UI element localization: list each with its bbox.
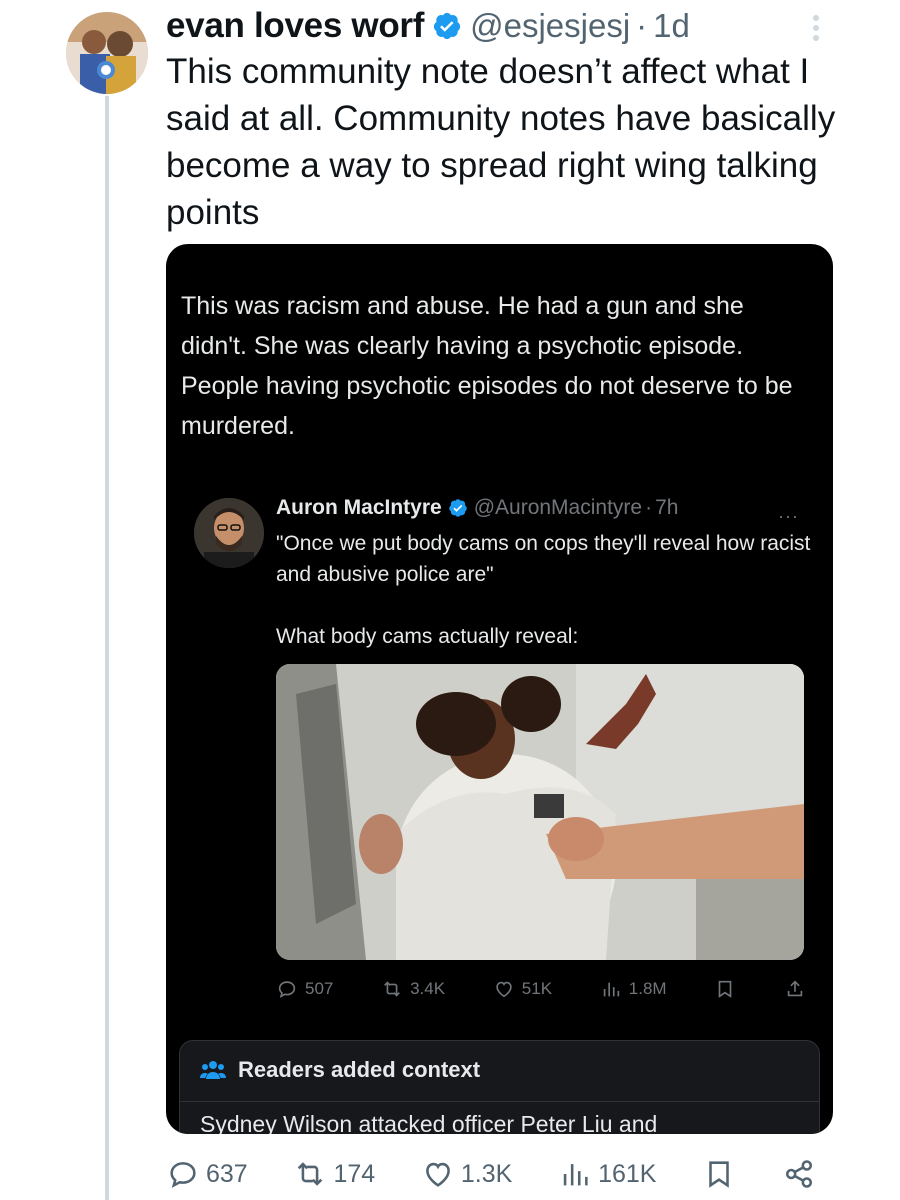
quoted-reply-count-label: 507 [305,979,334,998]
like-button[interactable]: 1.3K [421,1157,512,1191]
avatar[interactable] [66,12,148,94]
bookmark-icon [709,1161,729,1188]
tweet-actions-bar: 637 174 1.3K 161K [166,1152,816,1196]
retweet-count: 174 [333,1159,376,1188]
share-icon [785,1160,812,1188]
quoted-handle: @AuronMacintyre [473,496,643,519]
tweet-header: evan loves worf @esjesjesj · 1d [166,4,690,48]
retweet-icon [384,981,401,997]
quoted-header: Auron MacIntyre @AuronMacintyre · 7h [276,496,678,520]
quoted-share [784,978,806,1000]
separator-dot: · [636,7,648,44]
views-icon [563,1164,588,1186]
quoted-retweet-count: 3.4K [381,978,445,1000]
views-button[interactable]: 161K [558,1157,656,1191]
quoted-view-count-label: 1.8M [628,979,667,998]
thread-line [105,96,109,1200]
like-icon [496,981,512,998]
quoted-avatar [194,498,264,568]
community-note-header: Readers added context [200,1057,480,1083]
embed-text: This was racism and abuse. He had a gun … [181,292,793,440]
timestamp[interactable]: 1d [653,7,690,45]
quoted-verified-badge-icon [448,499,467,517]
quoted-reply-count: 507 [276,978,333,1000]
share-button[interactable] [782,1157,816,1191]
quoted-bookmark [714,978,736,1000]
share-icon [787,980,803,997]
quoted-text: "Once we put body cams on cops they'll r… [276,532,811,648]
quoted-separator-dot: · [645,496,653,519]
handle[interactable]: @esjesjesj [470,7,630,45]
reply-button[interactable]: 637 [166,1157,248,1191]
quoted-retweet-count-label: 3.4K [410,979,446,998]
verified-badge-icon [433,12,461,40]
display-name[interactable]: evan loves worf [166,6,424,46]
view-count: 161K [598,1159,657,1188]
views-icon [603,982,619,997]
reply-count: 637 [206,1159,248,1188]
community-note-text: Sydney Wilson attacked officer Peter Liu… [200,1111,658,1134]
avatar-image [66,12,148,94]
more-options-icon[interactable] [804,10,828,46]
bookmark-button[interactable] [702,1157,736,1191]
quoted-more-icon: ··· [778,506,799,526]
embedded-screenshot[interactable]: This was racism and abuse. He had a gun … [166,244,833,1134]
quoted-actions-bar: 507 3.4K 51K 1.8M [276,974,806,1004]
quoted-view-count: 1.8M [600,978,667,1000]
community-note-title: Readers added context [238,1057,481,1082]
retweet-button[interactable]: 174 [293,1157,375,1191]
reply-icon [278,981,296,998]
quoted-display-name: Auron MacIntyre [276,496,442,519]
quoted-timestamp: 7h [655,496,679,519]
retweet-icon [298,1162,323,1186]
community-note: Readers added context Sydney Wilson atta… [179,1040,820,1134]
like-count: 1.3K [460,1159,513,1188]
people-icon [200,1061,226,1079]
reply-icon [170,1162,196,1188]
quoted-like-count-label: 51K [521,979,553,998]
tweet-text: This community note doesn’t affect what … [166,52,836,232]
quoted-media-image [276,664,804,960]
community-note-divider [180,1101,819,1102]
like-icon [426,1162,450,1187]
quoted-like-count: 51K [493,978,552,1000]
bookmark-icon [718,980,732,998]
